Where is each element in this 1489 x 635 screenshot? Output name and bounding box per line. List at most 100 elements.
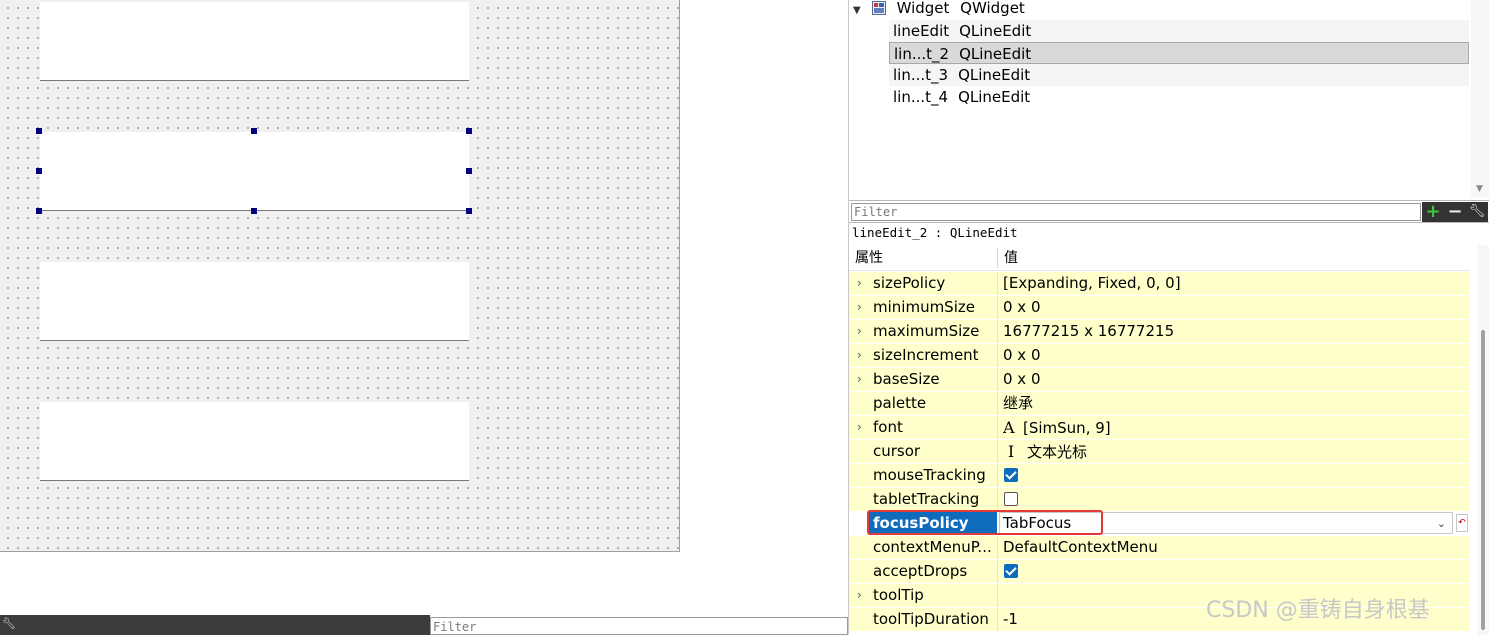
chevron-right-icon[interactable]: › [857, 296, 862, 319]
property-row-focuspolicy[interactable]: focusPolicy ⌄ TabFocus ↶ [849, 510, 1470, 535]
resize-handle-bl[interactable] [36, 208, 42, 214]
property-row-sizepolicy[interactable]: › sizePolicy [Expanding, Fixed, 0, 0] [849, 272, 1470, 295]
property-row-tablettracking[interactable]: tabletTracking [849, 488, 1470, 511]
property-row-contextmenupolicy[interactable]: contextMenuP... DefaultContextMenu [849, 536, 1470, 559]
column-header-value[interactable]: 值 [1004, 245, 1018, 271]
tree-item-name: lineEdit [893, 22, 950, 40]
property-name: toolTip [873, 586, 924, 604]
text-cursor-icon: I [1007, 442, 1015, 461]
chevron-right-icon[interactable]: › [857, 344, 862, 367]
chevron-right-icon[interactable]: › [857, 272, 862, 295]
property-row-minimumsize[interactable]: › minimumSize 0 x 0 [849, 296, 1470, 319]
chevron-right-icon[interactable]: › [857, 320, 862, 343]
property-name: palette [873, 394, 927, 412]
object-inspector: ▼ Widget QWidget lineEdit QLineEdit lin..… [849, 0, 1489, 200]
property-name: baseSize [873, 370, 940, 388]
tree-item-lineedit-2[interactable]: lin...t_2 QLineEdit [889, 42, 1469, 64]
property-name: minimumSize [873, 298, 975, 316]
property-row-sizeincrement[interactable]: › sizeIncrement 0 x 0 [849, 344, 1470, 367]
property-name: focusPolicy [873, 514, 969, 532]
tree-item-lineedit[interactable]: lineEdit QLineEdit [889, 20, 1469, 42]
tree-item-class: QLineEdit [958, 66, 1031, 84]
property-value[interactable]: [Expanding, Fixed, 0, 0] [1003, 272, 1468, 295]
object-inspector-scrollbar[interactable]: ▼ [1471, 0, 1489, 198]
cell-divider [997, 296, 998, 319]
property-row-maximumsize[interactable]: › maximumSize 16777215 x 16777215 [849, 320, 1470, 343]
property-value[interactable]: DefaultContextMenu [1003, 536, 1468, 559]
property-value[interactable]: 0 x 0 [1003, 296, 1468, 319]
line-edit-4[interactable] [40, 402, 469, 481]
property-name: acceptDrops [873, 562, 968, 580]
property-value[interactable]: 16777215 x 16777215 [1003, 320, 1468, 343]
line-edit-1[interactable] [40, 2, 469, 81]
property-value[interactable]: 0 x 0 [1003, 344, 1468, 367]
resize-handle-tl[interactable] [36, 128, 42, 134]
property-row-mousetracking[interactable]: mouseTracking [849, 464, 1470, 487]
property-row-font[interactable]: › font A [SimSun, 9] [849, 416, 1470, 439]
property-filter-input[interactable]: Filter [851, 203, 1421, 221]
property-name: tabletTracking [873, 490, 980, 508]
tablettracking-checkbox[interactable] [1004, 492, 1018, 506]
widget-icon [871, 0, 886, 15]
tree-item-lineedit-3[interactable]: lin...t_3 QLineEdit [889, 64, 1469, 86]
resize-handle-t[interactable] [251, 128, 257, 134]
property-name: contextMenuP... [873, 538, 992, 556]
scroll-down-arrow-icon[interactable]: ▼ [1476, 184, 1483, 194]
resize-handle-br[interactable] [466, 208, 472, 214]
cell-divider [997, 320, 998, 343]
cell-divider [997, 272, 998, 295]
property-editor-scrollbar[interactable] [1478, 245, 1489, 635]
cell-divider [997, 392, 998, 415]
property-value-cursor[interactable]: I 文本光标 [1003, 440, 1468, 464]
plus-icon[interactable]: + [1422, 202, 1444, 222]
property-row-basesize[interactable]: › baseSize 0 x 0 [849, 368, 1470, 391]
line-edit-3[interactable] [40, 262, 469, 341]
property-row-acceptdrops[interactable]: acceptDrops [849, 560, 1470, 583]
form-canvas[interactable] [0, 0, 680, 552]
chevron-right-icon[interactable]: › [857, 584, 862, 607]
chevron-right-icon[interactable]: › [857, 368, 862, 391]
tree-item-class: QLineEdit [959, 22, 1032, 40]
property-value-font[interactable]: A [SimSun, 9] [1003, 416, 1468, 440]
cell-divider [997, 560, 998, 583]
property-value-cell [1003, 464, 1468, 487]
line-edit-2-selected[interactable] [40, 132, 469, 211]
cell-divider [997, 440, 998, 463]
resize-handle-tr[interactable] [466, 128, 472, 134]
watermark-text: CSDN @重铸自身根基 [1206, 598, 1430, 623]
property-value-cell [1003, 488, 1468, 511]
tree-item-lineedit-4[interactable]: lin...t_4 QLineEdit [889, 86, 1469, 108]
tree-root-widget[interactable]: ▼ Widget QWidget [853, 0, 1025, 19]
property-value: [SimSun, 9] [1023, 419, 1111, 437]
reset-property-icon[interactable]: ↶ [1456, 514, 1468, 532]
wrench-icon[interactable]: 🔧︎ [1466, 202, 1488, 222]
property-name: toolTipDuration [873, 610, 989, 628]
cell-divider [997, 464, 998, 487]
property-name: sizePolicy [873, 274, 946, 292]
cell-divider [997, 608, 998, 631]
cell-divider [997, 344, 998, 367]
minus-icon[interactable]: − [1444, 202, 1466, 222]
scrollbar-thumb[interactable] [1481, 330, 1485, 630]
property-value[interactable]: 0 x 0 [1003, 368, 1468, 391]
property-row-cursor[interactable]: cursor I 文本光标 [849, 440, 1470, 463]
property-editor-header: 属性 值 [849, 245, 1470, 271]
column-header-property[interactable]: 属性 [855, 245, 883, 271]
resize-handle-r[interactable] [466, 168, 472, 174]
chevron-right-icon[interactable]: › [857, 416, 862, 439]
property-value[interactable]: 继承 [1003, 392, 1468, 415]
wrench-icon[interactable]: 🔧︎ [2, 617, 16, 630]
chevron-down-icon[interactable]: ▼ [853, 0, 867, 22]
property-row-palette[interactable]: palette 继承 [849, 392, 1470, 415]
property-name: maximumSize [873, 322, 980, 340]
column-divider[interactable] [997, 248, 998, 268]
selected-object-label: lineEdit_2 : QLineEdit [849, 223, 1489, 243]
bottom-filter-input[interactable]: Filter [430, 617, 848, 635]
mousetracking-checkbox[interactable] [1004, 468, 1018, 482]
resize-handle-l[interactable] [36, 168, 42, 174]
property-name: mouseTracking [873, 466, 986, 484]
property-value-cell [1003, 560, 1468, 583]
resize-handle-b[interactable] [251, 208, 257, 214]
acceptdrops-checkbox[interactable] [1004, 564, 1018, 578]
property-name: sizeIncrement [873, 346, 979, 364]
